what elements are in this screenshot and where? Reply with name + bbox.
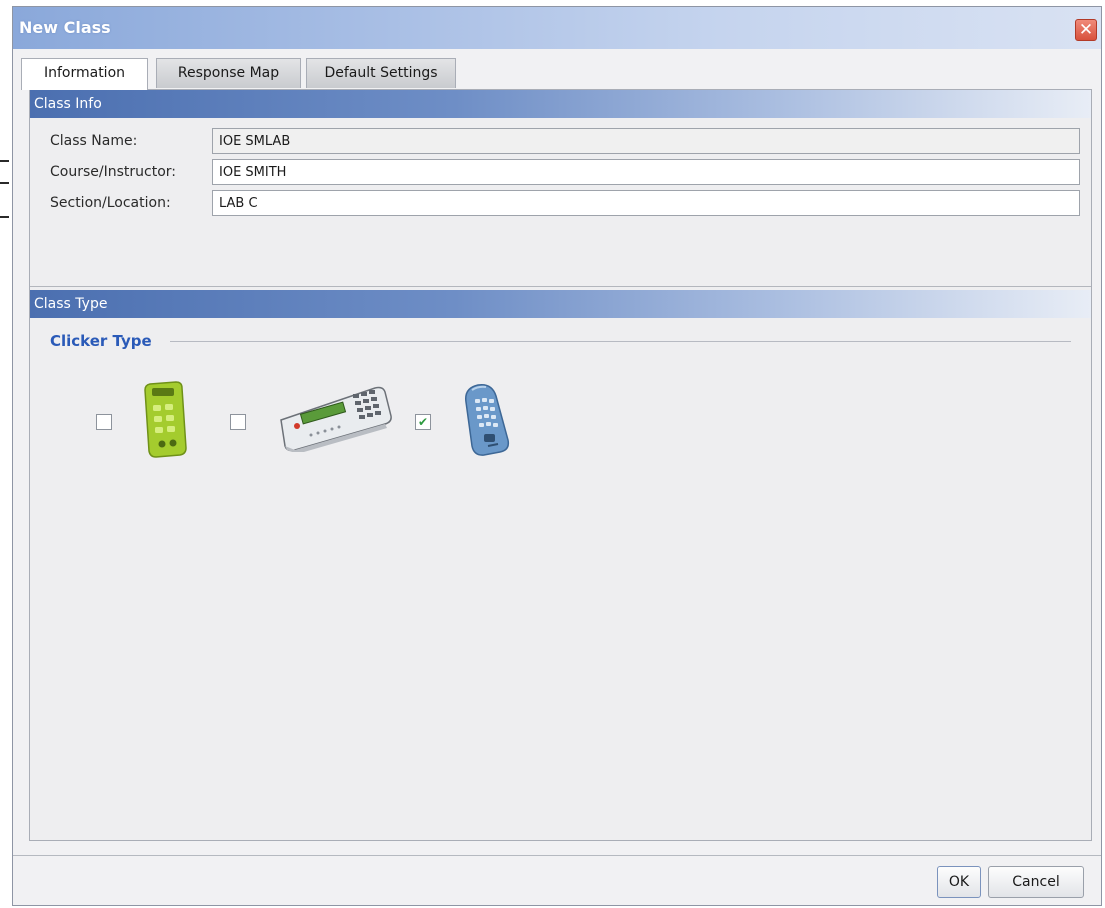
window-title: New Class [19,18,111,37]
tab-response-map[interactable]: Response Map [156,58,301,88]
tab-default-settings[interactable]: Default Settings [306,58,456,88]
tab-information[interactable]: Information [21,58,148,90]
class-type-header: Class Type [30,290,1091,318]
information-tab-panel: Class Info Class Name: Course/Instructor… [29,89,1092,841]
blue-clicker-icon [465,383,510,456]
title-bar[interactable]: New Class ✕ [13,7,1101,49]
course-instructor-label: Course/Instructor: [50,164,176,180]
class-name-label: Class Name: [50,133,138,149]
keypad-device-icon [280,386,392,452]
desktop-edge-marks [0,0,12,908]
section-location-field[interactable] [212,190,1080,216]
green-clicker-checkbox[interactable] [96,414,112,430]
course-instructor-field[interactable] [212,159,1080,185]
class-name-field[interactable] [212,128,1080,154]
class-type-panel: Class Type Clicker Type ✔ [30,290,1091,840]
blue-clicker-checkbox[interactable]: ✔ [415,414,431,430]
green-clicker-icon [144,381,187,458]
legend-divider [170,341,1071,342]
class-info-header: Class Info [30,90,1091,118]
close-icon[interactable]: ✕ [1075,19,1097,41]
cancel-button[interactable]: Cancel [988,866,1084,898]
footer-divider [13,855,1101,856]
section-location-label: Section/Location: [50,195,171,211]
keypad-device-checkbox[interactable] [230,414,246,430]
clicker-type-legend: Clicker Type [50,332,152,350]
ok-button[interactable]: OK [937,866,981,898]
new-class-dialog: New Class ✕ Information Response Map Def… [12,6,1102,906]
class-info-panel: Class Info Class Name: Course/Instructor… [30,90,1091,287]
